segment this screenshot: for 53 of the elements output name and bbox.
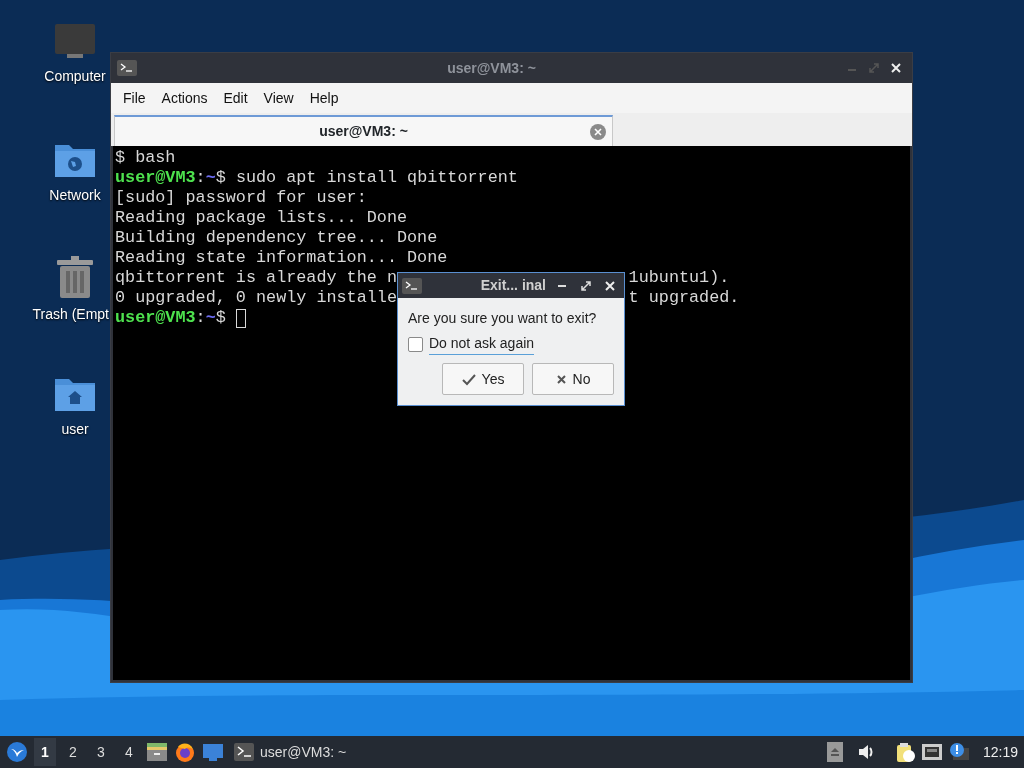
menu-item[interactable]: Help: [301, 87, 347, 109]
notification-icon[interactable]: [948, 742, 971, 762]
terminal-icon: [402, 277, 422, 294]
workspace-button[interactable]: 3: [90, 738, 112, 766]
menu-item[interactable]: Actions: [153, 87, 216, 109]
dialog-message: Are you sure you want to exit?: [408, 309, 598, 328]
show-desktop-icon[interactable]: [202, 741, 224, 763]
workspace-button[interactable]: 2: [62, 738, 84, 766]
icon-label[interactable]: Trash (Empt: [32, 304, 109, 325]
dialog-title: Exit... inal: [479, 276, 547, 295]
icon-label[interactable]: Network: [49, 185, 101, 206]
window-title: user@VM3: ~: [446, 58, 537, 78]
terminal-line: Reading package lists... Done: [115, 208, 408, 228]
eject-icon[interactable]: [826, 742, 843, 762]
terminal-line: user@VM3:~$ sudo apt install qbittorrent: [115, 168, 518, 188]
computer-icon[interactable]: [53, 22, 97, 60]
terminal-tab[interactable]: user@VM3: ~: [114, 115, 613, 146]
no-button[interactable]: No: [532, 363, 614, 395]
terminal-line: $ bash: [115, 148, 176, 168]
terminal-text: t upgraded.: [628, 288, 740, 308]
check-icon: [461, 372, 476, 386]
checkbox-label[interactable]: Do not ask again: [429, 333, 535, 355]
close-icon: [555, 373, 567, 385]
workspace-button[interactable]: 4: [118, 738, 140, 766]
start-menu-icon[interactable]: [6, 741, 28, 763]
trash-icon[interactable]: [55, 256, 95, 298]
terminal-icon: [117, 60, 137, 76]
menu-item[interactable]: Edit: [215, 87, 256, 109]
menu-item[interactable]: View: [255, 87, 302, 109]
terminal-text: 0 upgraded, 0 newly installe: [115, 288, 397, 308]
browser-icon[interactable]: [174, 741, 196, 763]
terminal-icon: [234, 743, 254, 761]
network-icon[interactable]: [920, 742, 943, 762]
close-icon[interactable]: [604, 279, 616, 292]
terminal-line: [sudo] password for user:: [115, 188, 367, 208]
close-icon[interactable]: [890, 62, 902, 74]
taskbar-task[interactable]: user@VM3: ~: [230, 741, 351, 763]
terminal-line: Building dependency tree... Done: [115, 228, 438, 248]
yes-button[interactable]: Yes: [442, 363, 524, 395]
close-tab-icon[interactable]: [590, 124, 606, 140]
clipboard-icon[interactable]: [894, 742, 915, 762]
clock[interactable]: 12:19: [982, 741, 1018, 763]
volume-icon[interactable]: [856, 742, 875, 762]
checkbox[interactable]: [408, 336, 423, 352]
terminal-line: Reading state information... Done: [115, 248, 448, 268]
workspace-button[interactable]: 1: [34, 738, 56, 766]
icon-label[interactable]: Computer: [44, 66, 106, 87]
terminal-text: qbittorrent is already the n: [115, 268, 397, 288]
terminal-line: user@VM3:~$: [115, 308, 226, 328]
icon-label[interactable]: user: [61, 419, 89, 440]
file-cabinet-icon[interactable]: [146, 741, 168, 763]
menu-item[interactable]: File: [115, 87, 154, 109]
terminal-text: 1ubuntu1).: [628, 268, 730, 288]
